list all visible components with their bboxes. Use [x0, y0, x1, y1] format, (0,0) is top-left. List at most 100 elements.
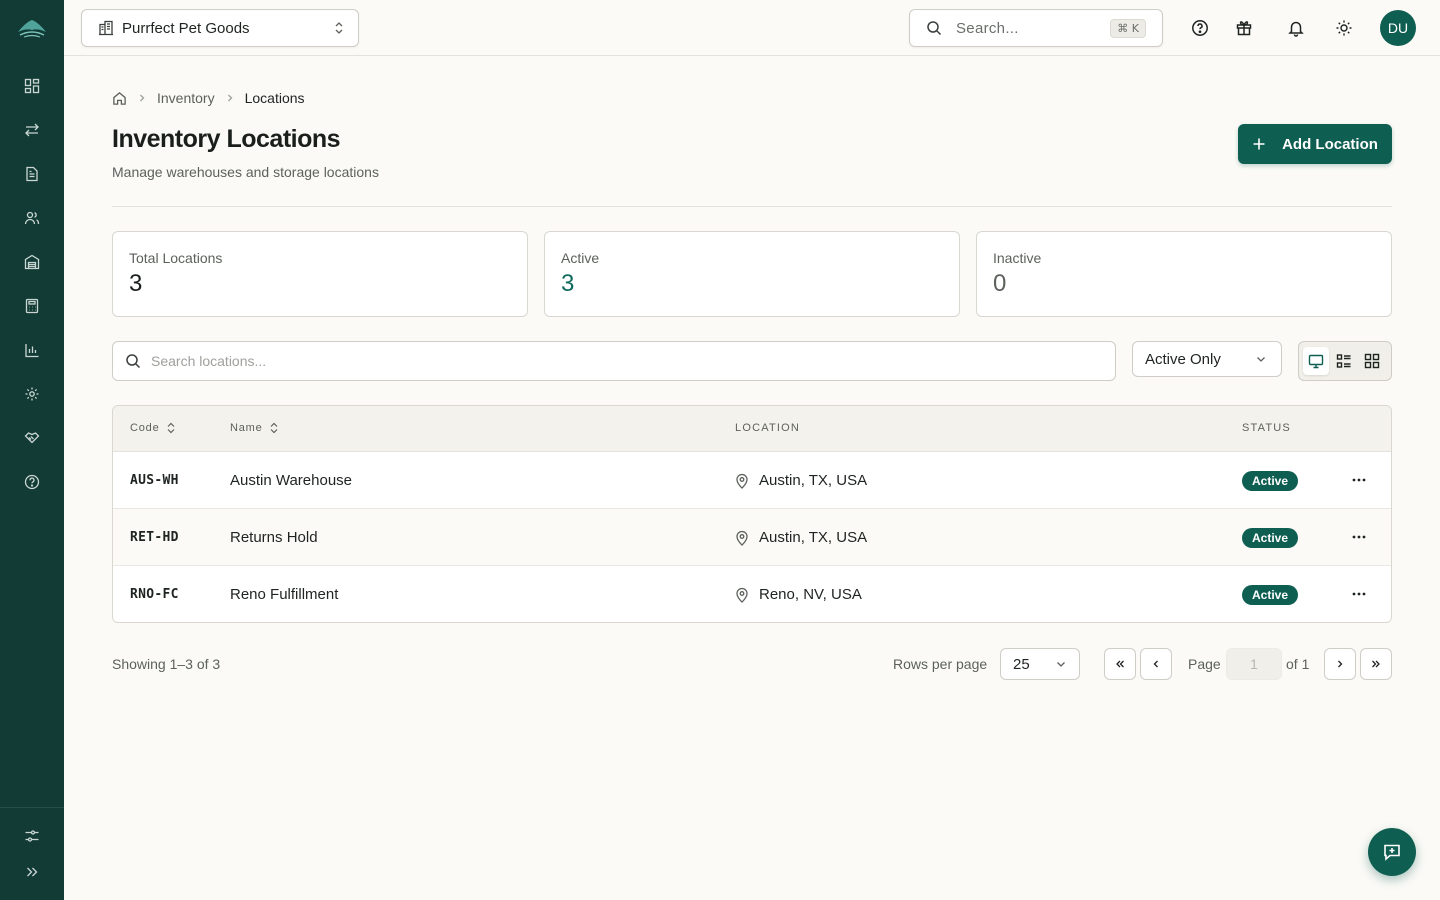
cell-status: Active — [1242, 452, 1299, 509]
transfer-icon[interactable] — [20, 118, 44, 142]
breadcrumb: Inventory Locations — [112, 88, 305, 108]
chevron-left-icon — [1150, 658, 1162, 670]
calculator-icon[interactable] — [20, 294, 44, 318]
list-view-icon[interactable] — [1331, 347, 1357, 375]
search-icon — [125, 353, 141, 369]
store-selector[interactable]: Purrfect Pet Goods — [81, 9, 359, 47]
users-icon[interactable] — [20, 206, 44, 230]
chevron-right-icon — [225, 93, 235, 103]
breadcrumb-inventory[interactable]: Inventory — [157, 90, 215, 106]
search-placeholder: Search... — [956, 19, 1019, 37]
breadcrumb-locations: Locations — [244, 90, 305, 106]
table-header: Code Name LOCATION STATUS — [113, 406, 1391, 452]
cell-code: RNO-FC — [130, 587, 179, 602]
user-avatar[interactable]: DU — [1380, 10, 1416, 46]
more-options-icon[interactable] — [1347, 468, 1371, 492]
search-shortcut: ⌘ K — [1110, 18, 1146, 38]
rows-per-page-select[interactable]: 25 — [1000, 648, 1080, 680]
last-page-button[interactable] — [1360, 648, 1392, 680]
map-pin-icon — [735, 530, 749, 546]
gift-icon[interactable] — [1232, 16, 1256, 40]
table-row[interactable]: RNO-FC Reno Fulfillment Reno, NV, USA Ac… — [113, 566, 1391, 622]
status-filter-select[interactable]: Active Only — [1132, 341, 1282, 377]
status-badge: Active — [1242, 470, 1299, 491]
help-icon[interactable] — [20, 470, 44, 494]
column-header-status: STATUS — [1242, 422, 1291, 434]
stat-value: 3 — [129, 270, 143, 297]
page-subtitle: Manage warehouses and storage locations — [112, 164, 379, 180]
chevron-up-down-icon — [332, 21, 346, 35]
stat-value: 3 — [561, 270, 575, 297]
stat-card-total: Total Locations 3 — [112, 231, 528, 317]
chevron-right-icon — [137, 93, 147, 103]
previous-page-button[interactable] — [1140, 648, 1172, 680]
page-label: Page — [1188, 656, 1221, 672]
header-divider — [112, 206, 1392, 207]
more-options-icon[interactable] — [1347, 582, 1371, 606]
add-location-label: Add Location — [1282, 135, 1378, 153]
stat-label: Total Locations — [129, 250, 223, 266]
document-icon[interactable] — [20, 162, 44, 186]
column-header-name[interactable]: Name — [230, 422, 279, 434]
grid-view-icon[interactable] — [1359, 347, 1385, 375]
add-location-button[interactable]: Add Location — [1238, 124, 1392, 164]
warehouse-icon[interactable] — [20, 250, 44, 274]
stat-value: 0 — [993, 270, 1007, 297]
location-search-input[interactable]: Search locations... — [112, 341, 1116, 381]
expand-icon[interactable] — [20, 860, 44, 884]
next-page-button[interactable] — [1324, 648, 1356, 680]
showing-count: Showing 1–3 of 3 — [112, 656, 221, 672]
dashboard-icon[interactable] — [20, 74, 44, 98]
store-icon — [98, 20, 114, 36]
table-row[interactable]: AUS-WH Austin Warehouse Austin, TX, USA … — [113, 452, 1391, 509]
cell-location: Reno, NV, USA — [735, 566, 862, 622]
cell-name: Returns Hold — [230, 529, 318, 546]
sun-icon[interactable] — [1332, 16, 1356, 40]
page-number-input[interactable]: 1 — [1226, 648, 1282, 680]
cell-code: RET-HD — [130, 530, 179, 545]
cell-location: Austin, TX, USA — [735, 452, 867, 509]
sidebar — [0, 0, 64, 900]
cell-location: Austin, TX, USA — [735, 509, 867, 566]
home-icon[interactable] — [112, 91, 127, 106]
status-badge: Active — [1242, 584, 1299, 605]
table-row[interactable]: RET-HD Returns Hold Austin, TX, USA Acti… — [113, 509, 1391, 566]
status-badge: Active — [1242, 527, 1299, 548]
global-search-input[interactable]: Search... ⌘ K — [909, 9, 1163, 47]
stat-label: Inactive — [993, 250, 1042, 266]
cell-name: Reno Fulfillment — [230, 586, 339, 603]
chevron-down-icon — [1055, 658, 1067, 670]
cell-name: Austin Warehouse — [230, 472, 353, 489]
view-toggle — [1298, 341, 1392, 381]
sliders-icon[interactable] — [20, 824, 44, 848]
chevrons-left-icon — [1114, 658, 1126, 670]
column-header-code[interactable]: Code — [130, 422, 176, 434]
stat-card-active: Active 3 — [544, 231, 960, 317]
message-plus-icon — [1382, 842, 1402, 862]
rows-per-page-label: Rows per page — [893, 656, 988, 672]
handshake-icon[interactable] — [20, 426, 44, 450]
map-pin-icon — [735, 587, 749, 603]
locations-table: Code Name LOCATION STATUS AUS-WH Austin … — [112, 405, 1392, 623]
help-circle-icon[interactable] — [1188, 16, 1212, 40]
search-icon — [926, 20, 942, 36]
cell-status: Active — [1242, 509, 1299, 566]
bar-chart-icon[interactable] — [20, 338, 44, 362]
rows-per-page-value: 25 — [1013, 655, 1030, 673]
chevron-down-icon — [1255, 353, 1267, 365]
logo-icon[interactable] — [16, 14, 48, 42]
chat-button[interactable] — [1368, 828, 1416, 876]
column-header-location: LOCATION — [735, 422, 801, 434]
stat-label: Active — [561, 250, 600, 266]
table-view-icon[interactable] — [1303, 347, 1329, 375]
cell-status: Active — [1242, 566, 1299, 622]
more-options-icon[interactable] — [1347, 525, 1371, 549]
stat-card-inactive: Inactive 0 — [976, 231, 1392, 317]
sort-icon — [166, 422, 176, 434]
page-title: Inventory Locations — [112, 125, 341, 153]
first-page-button[interactable] — [1104, 648, 1136, 680]
bell-icon[interactable] — [1284, 16, 1308, 40]
chevrons-right-icon — [1370, 658, 1382, 670]
top-bar: Purrfect Pet Goods Search... ⌘ K DU — [64, 0, 1440, 56]
settings-icon[interactable] — [20, 382, 44, 406]
